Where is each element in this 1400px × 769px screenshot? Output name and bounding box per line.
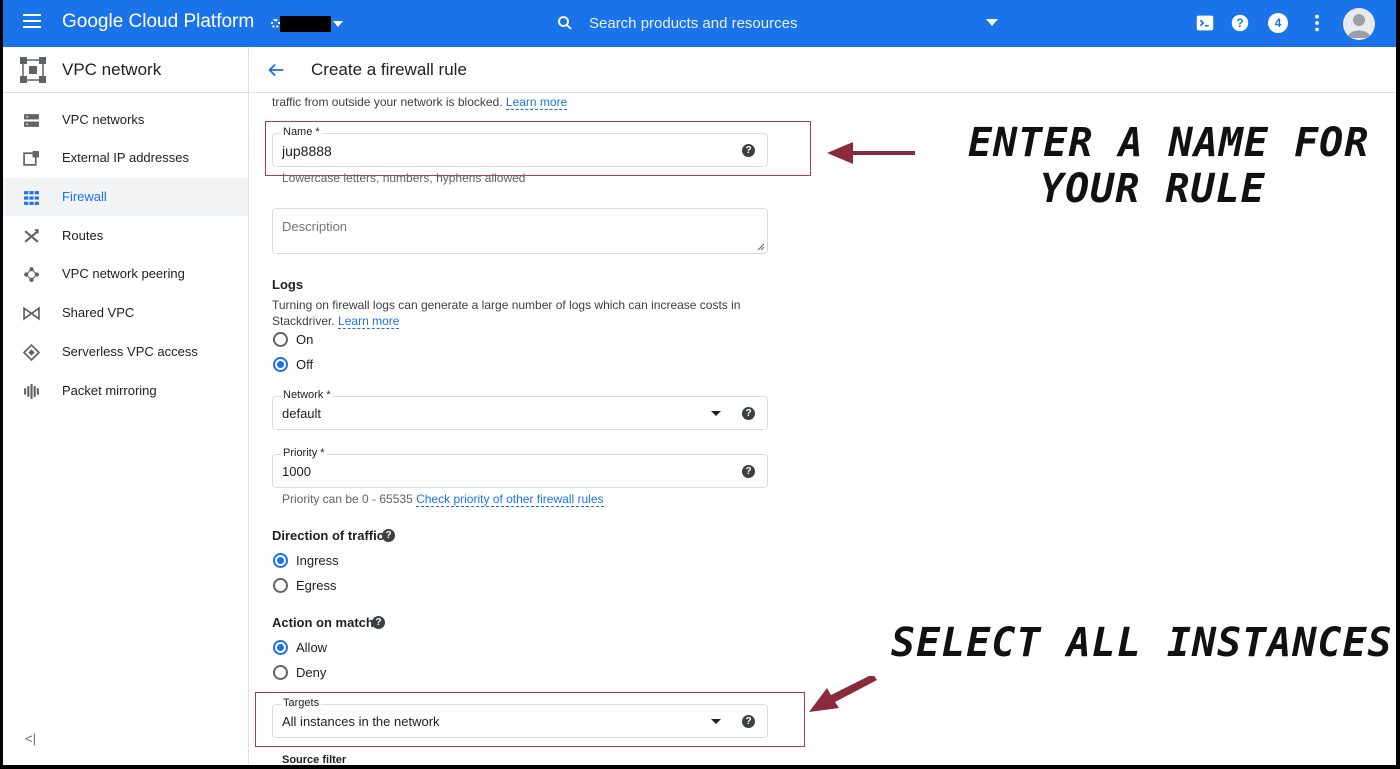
description-field[interactable]	[272, 208, 768, 254]
direction-title: Direction of traffic	[272, 528, 384, 543]
svg-text:?: ?	[1236, 16, 1243, 30]
logs-title: Logs	[272, 277, 304, 292]
sidebar-item-label: Routes	[62, 228, 104, 243]
brand-title[interactable]: Google Cloud Platform	[62, 11, 254, 33]
sidebar-item-shared-vpc[interactable]: Shared VPC	[3, 294, 248, 332]
sidebar-item-routes[interactable]: Routes	[3, 217, 248, 255]
resize-handle-icon[interactable]	[757, 243, 765, 251]
deny-radio[interactable]	[273, 665, 288, 680]
intro-text: traffic from outside your network is blo…	[272, 95, 568, 110]
peering-icon	[24, 267, 39, 282]
sidebar-item-label: VPC networks	[62, 112, 145, 127]
learn-more-link[interactable]: Learn more	[505, 95, 568, 110]
sidebar-item-label: Shared VPC	[62, 305, 135, 320]
egress-label: Egress	[296, 578, 337, 593]
ingress-radio[interactable]	[273, 553, 288, 568]
name-annotation-line2: YOUR RULE	[1040, 166, 1266, 212]
page-title: Create a firewall rule	[311, 60, 467, 79]
user-avatar-icon	[1347, 14, 1371, 38]
logs-text-line2: Stackdriver. Learn more	[272, 314, 400, 329]
help-icon[interactable]: ?	[742, 465, 755, 478]
chevron-down-icon	[333, 21, 343, 27]
priority-input[interactable]	[282, 464, 722, 479]
sidebar-item-vpc-networks[interactable]: VPC networks	[3, 101, 248, 139]
description-input[interactable]	[282, 219, 722, 247]
allow-radio[interactable]	[273, 640, 288, 655]
cloud-shell-icon[interactable]	[1194, 12, 1216, 34]
sidebar-item-serverless-vpc[interactable]: Serverless VPC access	[3, 333, 248, 371]
help-icon[interactable]: ?	[382, 529, 395, 542]
logs-off-label: Off	[296, 357, 314, 372]
project-icon	[271, 19, 280, 28]
sidebar-item-label: Serverless VPC access	[62, 344, 198, 359]
name-arrow	[827, 142, 915, 164]
routes-icon	[24, 229, 39, 243]
sidebar-divider	[248, 47, 249, 765]
name-annotation-line1: ENTER A NAME FOR	[968, 120, 1370, 166]
sidebar-item-vpc-peering[interactable]: VPC network peering	[3, 255, 248, 293]
logs-learn-more-link[interactable]: Learn more	[338, 314, 400, 329]
sidebar-item-label: Firewall	[62, 189, 107, 204]
firewall-icon	[24, 191, 39, 205]
priority-hint: Priority can be 0 - 65535 Check priority…	[282, 492, 604, 507]
top-bar: Google Cloud Platform ? 4	[3, 0, 1396, 47]
deny-label: Deny	[296, 665, 327, 680]
allow-label: Allow	[296, 640, 328, 655]
network-value: default	[282, 406, 322, 421]
sidebar-item-packet-mirroring[interactable]: Packet mirroring	[3, 372, 248, 410]
ip-address-icon	[23, 151, 39, 166]
avatar[interactable]	[1343, 8, 1375, 40]
sidebar: VPC networks External IP addresses Firew…	[3, 93, 248, 765]
targets-arrow	[809, 676, 877, 712]
sidebar-item-label: Packet mirroring	[62, 383, 157, 398]
network-icon	[24, 114, 39, 127]
sidebar-item-external-ip[interactable]: External IP addresses	[3, 139, 248, 177]
project-selector[interactable]	[271, 16, 343, 32]
help-icon[interactable]: ?	[742, 407, 755, 420]
back-arrow-icon[interactable]	[265, 59, 287, 81]
mirroring-icon	[24, 384, 39, 399]
hamburger-menu-icon[interactable]	[23, 14, 41, 32]
search-icon[interactable]	[556, 14, 574, 32]
logs-off-radio[interactable]	[273, 357, 288, 372]
ingress-label: Ingress	[296, 553, 339, 568]
collapse-sidebar-button[interactable]: <|	[25, 731, 36, 746]
sidebar-item-firewall[interactable]: Firewall	[3, 178, 248, 216]
priority-field[interactable]: Priority * ?	[272, 447, 768, 488]
more-vert-icon[interactable]	[1306, 12, 1328, 34]
search-dropdown-icon[interactable]	[986, 19, 998, 26]
sub-header: VPC network Create a firewall rule	[3, 47, 1396, 93]
help-icon[interactable]: ?	[372, 616, 385, 629]
sidebar-item-label: External IP addresses	[62, 150, 189, 165]
action-title: Action on match	[272, 615, 374, 630]
sidebar-item-label: VPC network peering	[62, 266, 185, 281]
name-highlight-box	[265, 121, 811, 176]
logs-on-radio[interactable]	[273, 332, 288, 347]
logs-on-label: On	[296, 332, 314, 347]
network-select[interactable]: Network * default ?	[272, 389, 768, 430]
project-name-redacted	[280, 16, 331, 32]
egress-radio[interactable]	[273, 578, 288, 593]
notification-badge[interactable]: 4	[1268, 13, 1288, 33]
name-hint: Lowercase letters, numbers, hyphens allo…	[282, 171, 526, 185]
product-title: VPC network	[62, 60, 162, 79]
browser-frame: Google Cloud Platform ? 4	[3, 0, 1396, 765]
vpc-network-logo-icon	[20, 57, 46, 83]
source-filter-label: Source filter	[282, 754, 347, 765]
serverless-icon	[23, 344, 40, 361]
search-input[interactable]	[589, 10, 1009, 36]
help-icon[interactable]: ?	[1229, 12, 1251, 34]
targets-highlight-box	[255, 692, 805, 747]
targets-annotation: SELECT ALL INSTANCES	[891, 620, 1393, 666]
priority-label: Priority *	[281, 447, 327, 459]
logs-text-line1: Turning on firewall logs can generate a …	[272, 298, 741, 312]
check-priority-link[interactable]: Check priority of other firewall rules	[416, 492, 604, 507]
chevron-down-icon[interactable]	[711, 411, 721, 416]
network-label: Network *	[281, 389, 333, 401]
shared-vpc-icon	[23, 306, 40, 321]
